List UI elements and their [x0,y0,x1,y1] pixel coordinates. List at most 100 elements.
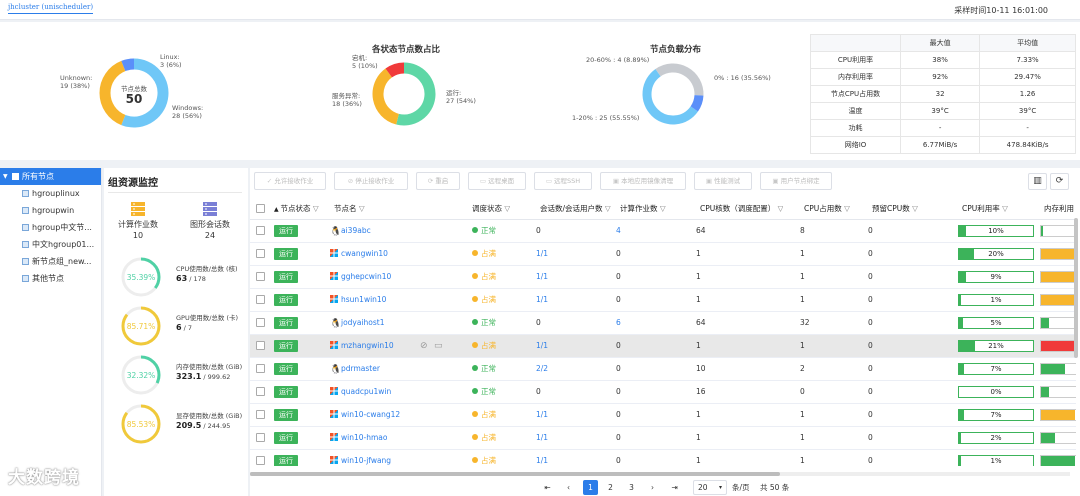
node-name[interactable]: hsun1win10 [330,289,386,311]
row-checkbox[interactable] [256,249,265,258]
session-count[interactable]: 2/2 [536,358,548,380]
tree-item-node-group[interactable]: hgroupwin [0,202,101,219]
table-row[interactable]: 运行 hsun1win10 占满 1/1 0 1 1 0 1% [250,289,1076,312]
row-checkbox[interactable] [256,226,265,235]
node-name[interactable]: 🐧ai39abc [330,220,371,242]
row-checkbox[interactable] [256,295,265,304]
row-checkbox[interactable] [256,272,265,281]
status-donut-title: 各状态节点数占比 [372,45,441,55]
node-name[interactable]: mzhangwin10 [330,335,394,357]
table-row[interactable]: 运行 cwangwin10 占满 1/1 0 1 1 0 20% [250,243,1076,266]
row-checkbox[interactable] [256,364,265,373]
session-count[interactable]: 1/1 [536,427,548,449]
node-name[interactable]: quadcpu1win [330,381,391,403]
session-count[interactable]: 1/1 [536,404,548,426]
compute-job-count[interactable]: 4 [616,220,621,242]
column-header[interactable]: CPU占用数 ▽ [804,198,850,220]
next-page-button[interactable]: › [645,480,660,495]
filter-icon[interactable]: ▽ [357,204,365,213]
filter-icon[interactable]: ▽ [603,204,611,213]
column-header[interactable]: CPU利用率 ▽ [962,198,1008,220]
table-row[interactable]: 运行 🐧pdrmaster 正常 2/2 0 10 2 0 7% [250,358,1076,381]
page-2-button[interactable]: 2 [603,480,618,495]
page-3-button[interactable]: 3 [624,480,639,495]
page-1-button[interactable]: 1 [583,480,598,495]
session-count[interactable]: 1/1 [536,450,548,466]
monitor-icon[interactable]: ▭ [434,335,443,357]
prev-page-button[interactable]: ‹ [561,480,576,495]
compute-job-count[interactable]: 6 [616,312,621,334]
filter-icon[interactable]: ▽ [775,204,784,213]
column-header[interactable]: 计算作业数 ▽ [620,198,666,220]
cpu-usage-bar: 5% [958,317,1034,329]
node-name[interactable]: gghepcwin10 [330,266,391,288]
filter-icon[interactable]: ▽ [910,204,918,213]
vertical-scrollbar[interactable] [1074,218,1078,358]
table-row[interactable]: 运行 win10-hmao 占满 1/1 0 1 1 0 2% [250,427,1076,450]
status-dot-icon [472,273,478,279]
table-row[interactable]: 运行 win10-cwang12 占满 1/1 0 1 1 0 7% [250,404,1076,427]
column-header[interactable]: 预留CPU数 ▽ [872,198,918,220]
first-page-button[interactable]: ⇤ [540,480,555,495]
toolbar-button[interactable]: ✓ 允许接收作业 [254,172,326,190]
filter-icon[interactable]: ▽ [842,204,850,213]
row-checkbox[interactable] [256,456,265,465]
row-checkbox[interactable] [256,433,265,442]
tree-item-node-group[interactable]: hgrouplinux [0,185,101,202]
node-name[interactable]: 🐧jodyaihost1 [330,312,385,334]
table-row[interactable]: 运行 mzhangwin10 ⊘ ▭ 占满 1/1 0 1 1 0 21% [250,335,1076,358]
filter-icon[interactable]: ▽ [311,204,319,213]
last-page-button[interactable]: ⇥ [667,480,682,495]
node-name[interactable]: win10-hmao [330,427,387,449]
node-name[interactable]: 🐧pdrmaster [330,358,380,380]
stats-cell: 39°C [899,102,981,120]
toolbar-button[interactable]: ▣ 用户节点绑定 [760,172,832,190]
toolbar-button[interactable]: ▣ 性能测试 [694,172,752,190]
toolbar-button[interactable]: ▣ 本地应用镜像清理 [600,172,686,190]
toolbar-button[interactable]: ⊘ 停止接收作业 [334,172,408,190]
toolbar-button[interactable]: ⟳ 重启 [416,172,460,190]
tree-item-node-group[interactable]: 中文hgroup01... [0,236,101,253]
toolbar-button[interactable]: ▭ 远程SSH [534,172,592,190]
tree-item-all-nodes[interactable]: ▼ 所有节点 [0,168,101,185]
session-count[interactable]: 1/1 [536,266,548,288]
node-name[interactable]: win10-jfwang [330,450,391,466]
session-count[interactable]: 1/1 [536,335,548,357]
select-all-checkbox[interactable] [256,204,265,213]
horizontal-scrollbar[interactable] [250,472,1070,476]
column-header[interactable]: 节点名 ▽ [334,198,365,220]
cluster-tab[interactable]: jhcluster (unischeduler) [8,3,94,14]
row-checkbox[interactable] [256,341,265,350]
filter-icon[interactable]: ▽ [502,204,510,213]
column-header[interactable]: 调度状态 ▽ [472,198,510,220]
scroll-thumb[interactable] [250,472,780,476]
row-checkbox[interactable] [256,318,265,327]
page-size-select[interactable]: 20 ▾ [693,480,727,495]
node-status: 运行 [274,404,298,426]
session-count[interactable]: 1/1 [536,243,548,265]
tree-item-node-group[interactable]: 新节点组_new... [0,253,101,270]
session-count[interactable]: 1/1 [536,289,548,311]
tree-item-node-group[interactable]: 其他节点 [0,270,101,287]
tree-item-node-group[interactable]: hgroup中文节... [0,219,101,236]
windows-icon [330,295,338,303]
filter-icon[interactable]: ▽ [658,204,666,213]
node-name[interactable]: win10-cwang12 [330,404,400,426]
column-settings-button[interactable]: ▥ [1028,173,1047,190]
column-header[interactable]: ▲ 节点状态 ▽ [274,198,319,220]
row-checkbox[interactable] [256,387,265,396]
toolbar-button[interactable]: ▭ 远程桌面 [468,172,526,190]
column-header[interactable]: 会话数/会话用户数 ▽ [540,198,611,220]
table-row[interactable]: 运行 🐧jodyaihost1 正常 0 6 64 32 0 5% [250,312,1076,335]
table-row[interactable]: 运行 quadcpu1win 正常 0 0 16 0 0 0% [250,381,1076,404]
remote-disable-icon[interactable]: ⊘ [420,335,428,357]
refresh-button[interactable]: ⟳ [1050,173,1069,190]
row-checkbox[interactable] [256,410,265,419]
table-row[interactable]: 运行 🐧ai39abc 正常 0 4 64 8 0 10% [250,220,1076,243]
filter-icon[interactable]: ▽ [1000,204,1008,213]
node-name[interactable]: cwangwin10 [330,243,388,265]
table-row[interactable]: 运行 gghepcwin10 占满 1/1 0 1 1 0 9% [250,266,1076,289]
column-header[interactable]: 内存利用 [1044,198,1074,220]
column-header[interactable]: CPU核数（调度配置） ▽ [700,198,783,220]
table-row[interactable]: 运行 win10-jfwang 占满 1/1 0 1 1 0 1% [250,450,1076,466]
